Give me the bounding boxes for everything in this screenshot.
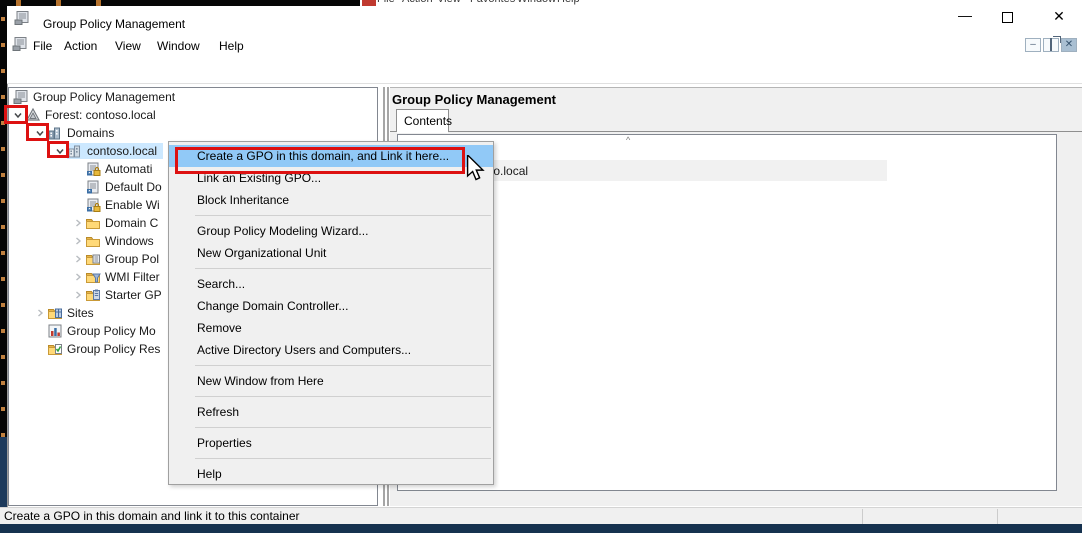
menu-action[interactable]: Action (60, 37, 101, 55)
bg-menu-file: File (377, 0, 395, 5)
results-folder-icon (47, 341, 63, 357)
bg-menu-view: View (437, 0, 461, 5)
folder-icon (85, 215, 101, 231)
status-bar-divider (997, 509, 998, 524)
annotation-box-domain-expander (47, 141, 69, 158)
menu-item-remove[interactable]: Remove (169, 317, 493, 339)
minimize-button[interactable]: — (952, 8, 978, 26)
menu-separator (169, 454, 493, 463)
modeling-icon (47, 323, 63, 339)
expander-right-icon[interactable] (71, 288, 85, 302)
menu-help[interactable]: Help (215, 37, 248, 55)
menu-item-change-domain-controller[interactable]: Change Domain Controller... (169, 295, 493, 317)
gpo-lock-icon (85, 197, 101, 213)
gpmc-app-icon (14, 10, 30, 26)
menu-item-help[interactable]: Help (169, 463, 493, 485)
menu-file[interactable]: File (29, 37, 56, 55)
menu-item-search[interactable]: Search... (169, 273, 493, 295)
menu-item-properties[interactable]: Properties (169, 432, 493, 454)
menu-item-modeling-wizard[interactable]: Group Policy Modeling Wizard... (169, 220, 493, 242)
menu-window[interactable]: Window (153, 37, 204, 55)
folder-scroll-icon (85, 251, 101, 267)
menu-bar: File Action View Window Help (7, 32, 1082, 56)
bg-menu-window: Window (517, 0, 556, 5)
expander-right-icon[interactable] (71, 216, 85, 230)
folder-funnel-icon (85, 269, 101, 285)
restore-icon (1050, 38, 1052, 51)
bg-menu-help: Help (557, 0, 580, 5)
tree-item-forest[interactable]: Forest: contoso.local (9, 106, 377, 124)
menu-separator (169, 392, 493, 401)
annotation-box-forest-expander (4, 105, 28, 124)
menu-separator (169, 264, 493, 273)
menu-item-new-organizational-unit[interactable]: New Organizational Unit (169, 242, 493, 264)
menu-item-ad-users-and-computers[interactable]: Active Directory Users and Computers... (169, 339, 493, 361)
gpo-icon (85, 179, 101, 195)
mouse-cursor-icon (466, 155, 486, 183)
folder-icon (85, 233, 101, 249)
expander-right-icon[interactable] (71, 252, 85, 266)
annotation-box-create-gpo-menu-item (175, 147, 465, 174)
tree-item-domains[interactable]: Domains (9, 124, 377, 142)
screen: File Action View Favorites Window Help G… (0, 0, 1082, 533)
menu-separator (169, 423, 493, 432)
status-text: Create a GPO in this domain and link it … (4, 509, 299, 523)
annotation-box-domains-expander (26, 123, 49, 141)
status-bar-divider (862, 509, 863, 524)
sort-ascending-icon: ^ (626, 135, 630, 145)
menu-item-block-inheritance[interactable]: Block Inheritance (169, 189, 493, 211)
results-pane-title: Group Policy Management (392, 92, 556, 107)
menu-separator (169, 211, 493, 220)
tree-item-root[interactable]: Group Policy Management (9, 88, 377, 106)
gpo-lock-icon (85, 161, 101, 177)
status-bar: Create a GPO in this domain and link it … (0, 507, 1082, 524)
background-left-navy-strip (0, 437, 7, 507)
expander-right-icon[interactable] (71, 270, 85, 284)
taskbar-strip (0, 524, 1082, 533)
expander-right-icon[interactable] (33, 306, 47, 320)
child-close-button[interactable]: ✕ (1061, 38, 1077, 52)
toolbar: ? (7, 56, 1082, 84)
menu-view[interactable]: View (111, 37, 145, 55)
contents-list: Name ^ contoso.local (397, 134, 1057, 491)
context-menu: Create a GPO in this domain, and Link it… (168, 141, 494, 485)
menu-separator (169, 361, 493, 370)
title-bar: Group Policy Management (7, 6, 1082, 32)
menu-item-new-window-from-here[interactable]: New Window from Here (169, 370, 493, 392)
maximize-button[interactable] (1002, 12, 1013, 23)
folder-clipboard-icon (85, 287, 101, 303)
bg-menu-action: Action (402, 0, 433, 5)
tab-strip-line (390, 131, 1082, 132)
child-restore-button[interactable] (1043, 38, 1059, 52)
selected-tree-item-highlight: contoso.local (67, 143, 163, 159)
gpmc-console-icon (13, 89, 29, 105)
gpmc-menu-icon (12, 36, 28, 52)
expander-right-icon[interactable] (71, 234, 85, 248)
child-minimize-button[interactable]: – (1025, 38, 1041, 52)
domains-icon (47, 125, 63, 141)
domain-icon (67, 143, 83, 159)
background-left-strip (0, 6, 7, 437)
bg-menu-favorites: Favorites (470, 0, 515, 5)
menu-item-refresh[interactable]: Refresh (169, 401, 493, 423)
close-button[interactable]: ✕ (1046, 8, 1072, 26)
sites-folder-icon (47, 305, 63, 321)
window-title: Group Policy Management (43, 17, 185, 31)
tab-contents[interactable]: Contents (396, 109, 449, 132)
